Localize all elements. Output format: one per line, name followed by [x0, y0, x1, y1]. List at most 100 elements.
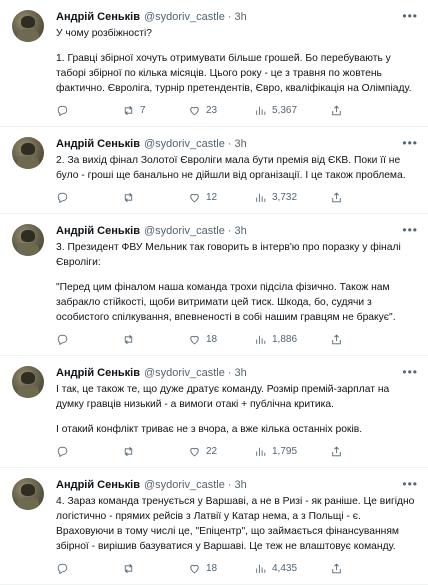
reply-button[interactable]	[56, 333, 122, 346]
heart-icon	[190, 447, 199, 456]
share-icon	[332, 563, 341, 573]
like-count: 18	[206, 333, 218, 345]
views-button[interactable]: 1,795	[254, 445, 320, 458]
share-button[interactable]	[330, 333, 343, 346]
view-count: 5,367	[272, 104, 298, 116]
share-icon	[332, 334, 341, 344]
share-icon	[332, 192, 341, 202]
tweet[interactable]: ••• Андрій Сеньків @sydoriv_castle · 3h …	[0, 468, 428, 585]
retweet-button[interactable]	[122, 191, 188, 204]
tweet-paragraph: 4. Зараз команда тренується у Варшаві, а…	[56, 496, 418, 552]
share-button[interactable]	[330, 104, 343, 117]
tweet-paragraph: У чому розбіжності?	[56, 28, 153, 39]
tweet-header: Андрій Сеньків @sydoriv_castle · 3h	[56, 224, 416, 239]
views-button[interactable]: 4,435	[254, 562, 320, 575]
tweet[interactable]: ••• Андрій Сеньків @sydoriv_castle · 3h …	[0, 356, 428, 468]
separator: ·	[227, 367, 232, 379]
author-handle[interactable]: @sydoriv_castle	[144, 366, 225, 381]
like-button[interactable]: 22	[188, 445, 254, 458]
share-button[interactable]	[330, 191, 343, 204]
tweet-header: Андрій Сеньків @sydoriv_castle · 3h	[56, 366, 416, 381]
share-button[interactable]	[330, 445, 343, 458]
like-button[interactable]: 18	[188, 562, 254, 575]
tweet-actions: 18 1,886	[56, 331, 416, 347]
share-icon	[332, 446, 341, 456]
like-count: 22	[206, 445, 218, 457]
tweet-time[interactable]: 3h	[235, 478, 247, 493]
avatar[interactable]	[12, 478, 44, 510]
tweet-time[interactable]: 3h	[235, 137, 247, 152]
like-button[interactable]: 23	[188, 104, 254, 117]
tweet[interactable]: ••• Андрій Сеньків @sydoriv_castle · 3h …	[0, 127, 428, 214]
tweet-content: Андрій Сеньків @sydoriv_castle · 3h 3. П…	[56, 224, 416, 347]
more-icon[interactable]: •••	[402, 365, 418, 379]
tweet-actions: 12 3,732	[56, 189, 416, 205]
more-icon[interactable]: •••	[402, 9, 418, 23]
avatar[interactable]	[12, 366, 44, 398]
tweet-paragraph: 2. За вихід фінал Золотої Євроліги мала …	[56, 155, 406, 181]
share-button[interactable]	[330, 562, 343, 575]
author-handle[interactable]: @sydoriv_castle	[144, 137, 225, 152]
retweet-button[interactable]	[122, 562, 188, 575]
author-handle[interactable]: @sydoriv_castle	[144, 10, 225, 25]
like-count: 12	[206, 191, 218, 203]
tweet-paragraph: 1. Гравці збірної хочуть отримувати біль…	[56, 53, 412, 94]
thread-feed: ••• Андрій Сеньків @sydoriv_castle · 3h …	[0, 0, 428, 585]
avatar[interactable]	[12, 137, 44, 169]
tweet-text: У чому розбіжності? 1. Гравці збірної хо…	[56, 26, 416, 96]
reply-button[interactable]	[56, 104, 122, 117]
retweet-button[interactable]	[122, 333, 188, 346]
more-icon[interactable]: •••	[402, 136, 418, 150]
separator: ·	[227, 138, 232, 150]
reply-icon	[57, 563, 68, 574]
view-count: 1,795	[272, 445, 298, 457]
reply-icon	[57, 192, 68, 203]
like-button[interactable]: 18	[188, 333, 254, 346]
author-name[interactable]: Андрій Сеньків	[56, 366, 140, 381]
reply-button[interactable]	[56, 445, 122, 458]
views-icon	[256, 447, 266, 456]
retweet-button[interactable]	[122, 445, 188, 458]
views-button[interactable]: 1,886	[254, 333, 320, 346]
tweet-time[interactable]: 3h	[235, 10, 247, 25]
author-handle[interactable]: @sydoriv_castle	[144, 478, 225, 493]
tweet-header: Андрій Сеньків @sydoriv_castle · 3h	[56, 10, 416, 25]
author-name[interactable]: Андрій Сеньків	[56, 10, 140, 25]
tweet-paragraph: І так, це також те, що дуже дратує коман…	[56, 384, 393, 410]
author-name[interactable]: Андрій Сеньків	[56, 224, 140, 239]
tweet-content: Андрій Сеньків @sydoriv_castle · 3h 4. З…	[56, 478, 416, 576]
avatar[interactable]	[12, 10, 44, 42]
views-icon	[256, 564, 266, 573]
tweet-text: І так, це також те, що дуже дратує коман…	[56, 382, 416, 437]
retweet-icon	[124, 192, 133, 202]
heart-icon	[190, 335, 199, 344]
tweet[interactable]: ••• Андрій Сеньків @sydoriv_castle · 3h …	[0, 214, 428, 356]
more-icon[interactable]: •••	[402, 223, 418, 237]
retweet-icon	[124, 446, 133, 456]
reply-button[interactable]	[56, 562, 122, 575]
views-button[interactable]: 3,732	[254, 191, 320, 204]
like-button[interactable]: 12	[188, 191, 254, 204]
tweet-actions: 22 1,795	[56, 443, 416, 459]
reply-icon	[57, 334, 68, 345]
views-icon	[256, 335, 266, 344]
tweet-content: Андрій Сеньків @sydoriv_castle · 3h 2. З…	[56, 137, 416, 205]
tweet[interactable]: ••• Андрій Сеньків @sydoriv_castle · 3h …	[0, 0, 428, 127]
tweet-content: Андрій Сеньків @sydoriv_castle · 3h У чо…	[56, 10, 416, 118]
retweet-button[interactable]: 7	[122, 104, 188, 117]
more-icon[interactable]: •••	[402, 477, 418, 491]
avatar[interactable]	[12, 224, 44, 256]
view-count: 1,886	[272, 333, 298, 345]
reply-button[interactable]	[56, 191, 122, 204]
tweet-time[interactable]: 3h	[235, 224, 247, 239]
separator: ·	[227, 479, 232, 491]
views-button[interactable]: 5,367	[254, 104, 320, 117]
author-name[interactable]: Андрій Сеньків	[56, 478, 140, 493]
author-name[interactable]: Андрій Сеньків	[56, 137, 140, 152]
separator: ·	[227, 225, 232, 237]
tweet-header: Андрій Сеньків @sydoriv_castle · 3h	[56, 137, 416, 152]
author-handle[interactable]: @sydoriv_castle	[144, 224, 225, 239]
tweet-time[interactable]: 3h	[235, 366, 247, 381]
tweet-actions: 7 23 5,367	[56, 102, 416, 118]
tweet-paragraph: І отакий конфлікт триває не з вчора, а в…	[56, 424, 363, 435]
